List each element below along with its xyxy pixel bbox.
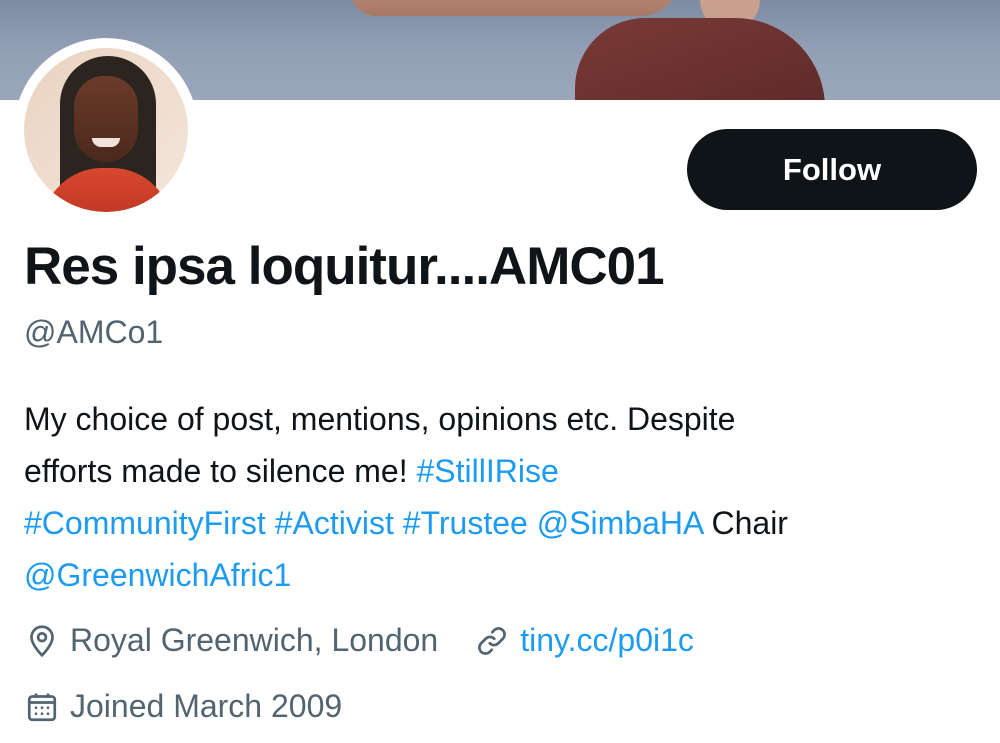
avatar[interactable] — [14, 38, 198, 222]
location-text: Royal Greenwich, London — [70, 622, 439, 658]
user-handle: @AMCo1 — [24, 314, 164, 350]
hashtag-link[interactable]: #Activist — [275, 505, 394, 541]
website-item[interactable]: tiny.cc/p0i1c — [474, 622, 694, 659]
joined-date: Joined March 2009 — [70, 688, 343, 724]
follow-button[interactable]: Follow — [687, 129, 977, 210]
calendar-icon — [27, 693, 57, 721]
hashtag-link[interactable]: #StillIRise — [416, 453, 558, 489]
bio-text: Chair — [702, 505, 788, 541]
profile-bio: My choice of post, mentions, opinions et… — [24, 393, 974, 601]
location-item: Royal Greenwich, London — [24, 622, 438, 659]
avatar-photo — [24, 48, 188, 212]
bio-text: efforts made to silence me! — [24, 453, 417, 489]
banner-photo-hand — [350, 0, 680, 16]
banner-photo-sleeve — [575, 18, 825, 100]
hashtag-link[interactable]: #CommunityFirst — [24, 505, 266, 541]
mention-link[interactable]: @GreenwichAfric1 — [24, 557, 291, 593]
link-icon — [478, 626, 507, 655]
location-pin-icon — [30, 624, 54, 657]
display-name: Res ipsa loquitur....AMC01 — [24, 237, 665, 296]
profile-meta-row: Royal Greenwich, London tiny.cc/p0i1c — [24, 622, 694, 659]
hashtag-link[interactable]: #Trustee — [403, 505, 528, 541]
profile-meta-row: Joined March 2009 — [24, 688, 342, 725]
website-link[interactable]: tiny.cc/p0i1c — [520, 622, 694, 659]
mention-link[interactable]: @SimbaHA — [537, 505, 703, 541]
bio-text: My choice of post, mentions, opinions et… — [24, 401, 736, 437]
